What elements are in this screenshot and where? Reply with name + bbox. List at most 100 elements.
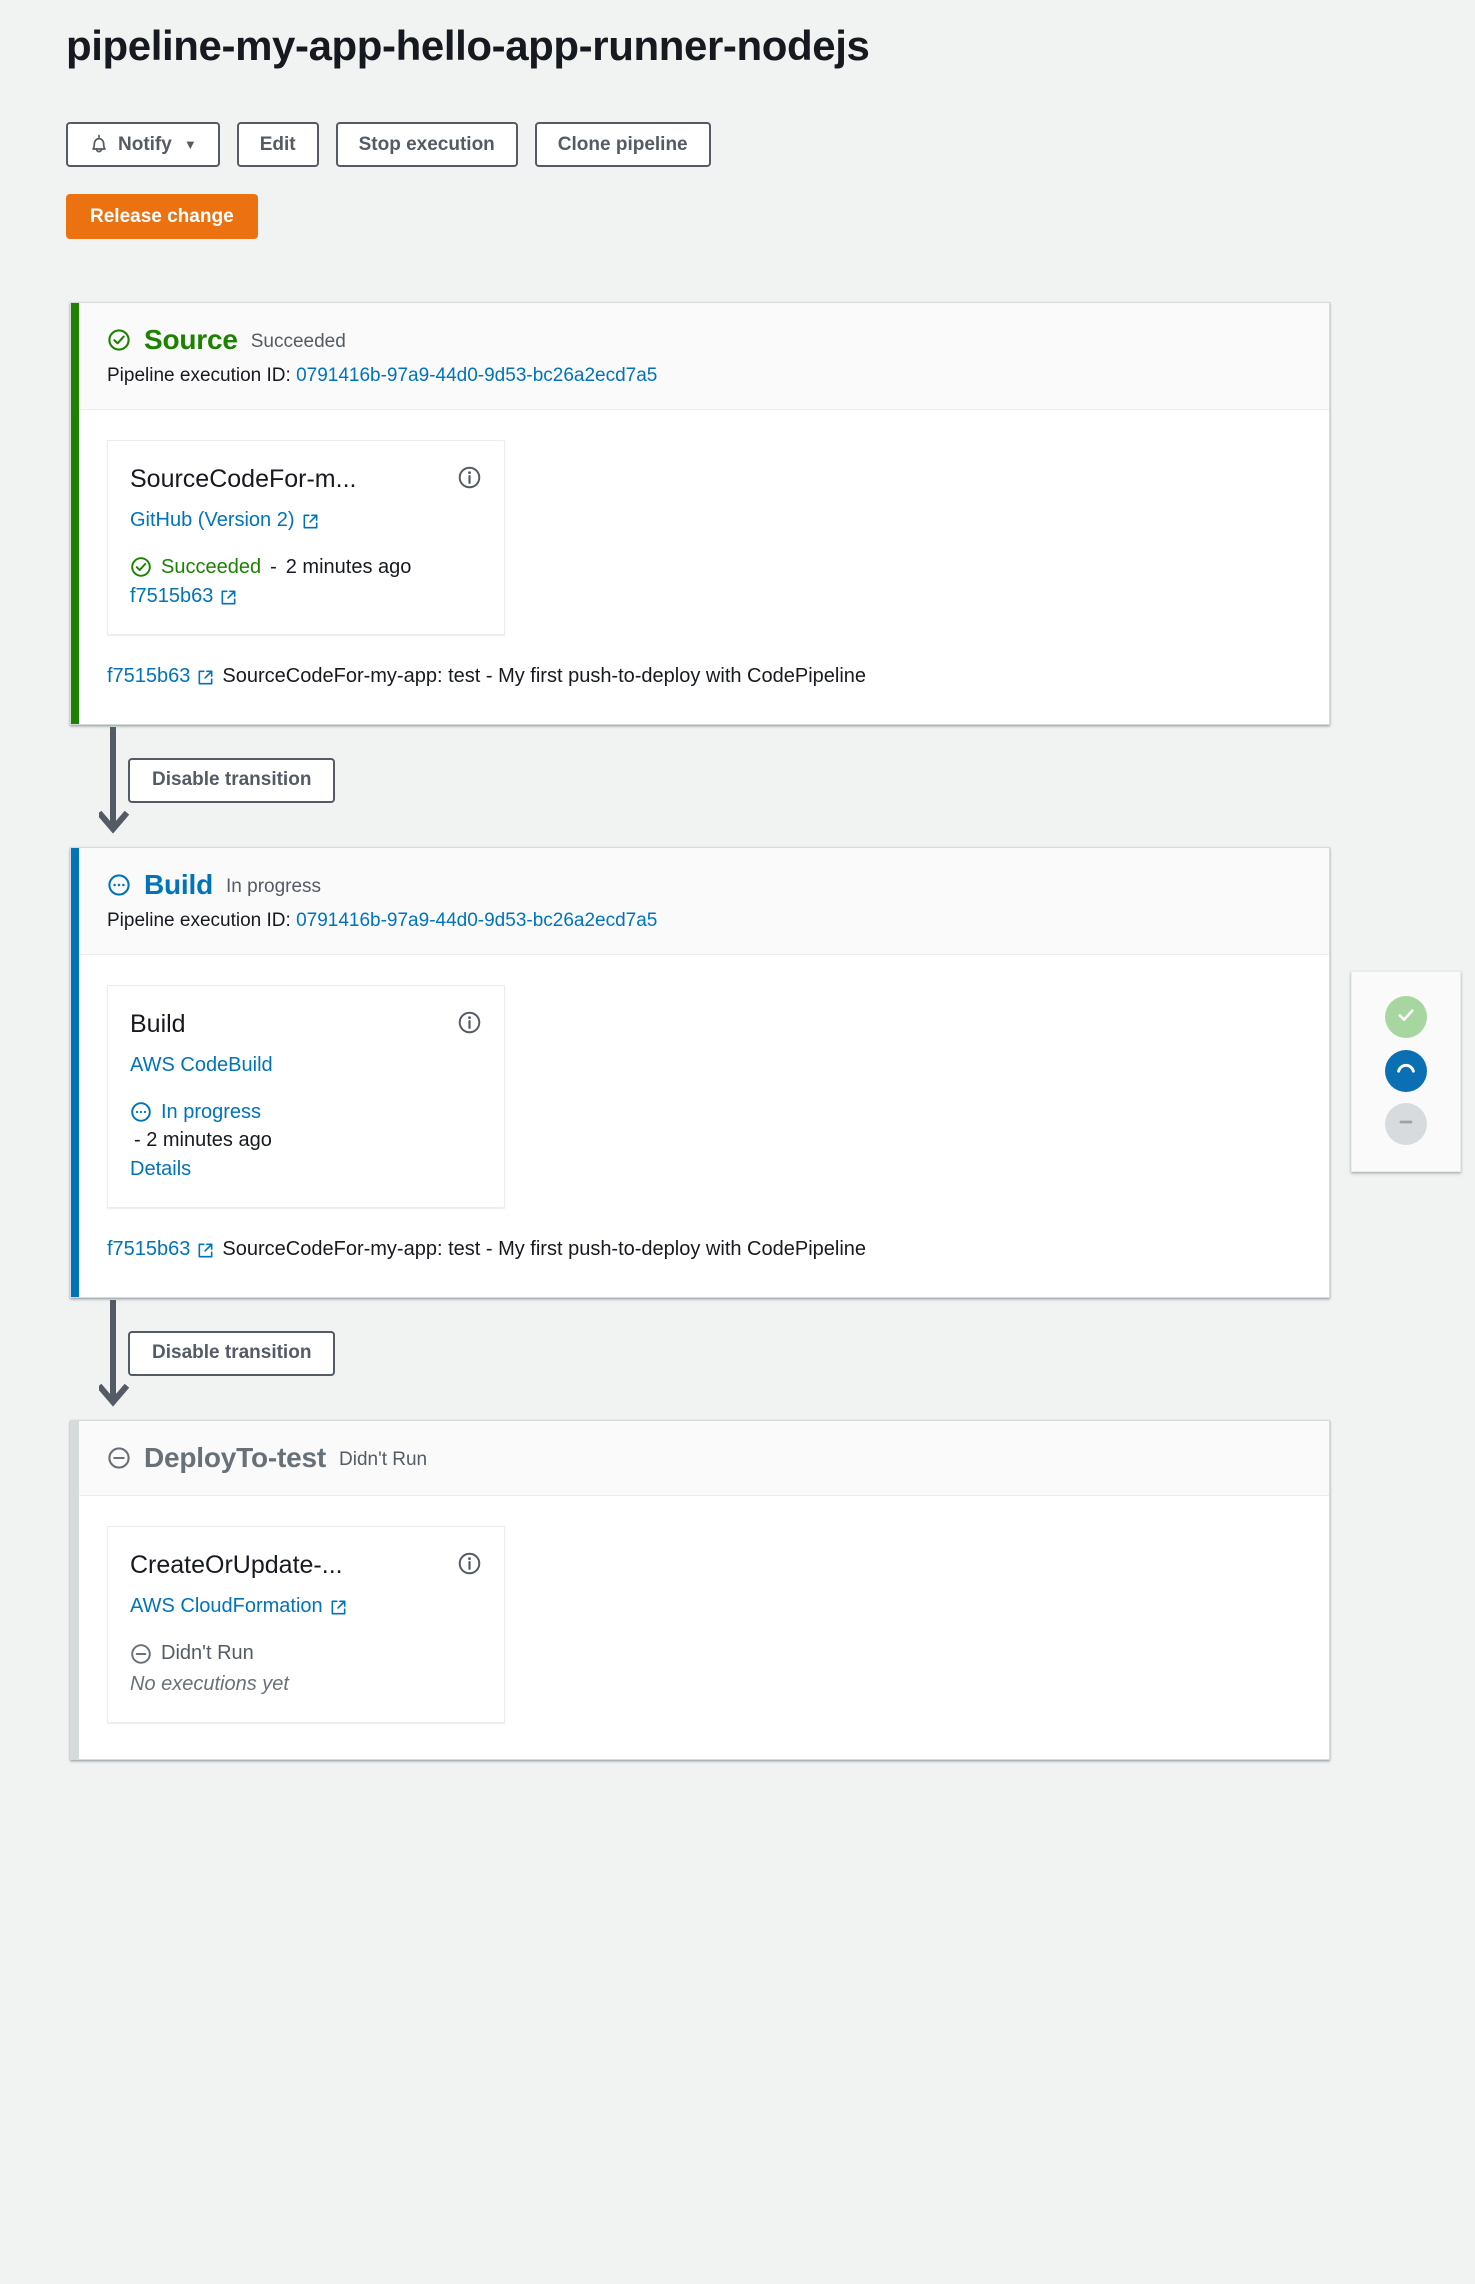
- release-change-button[interactable]: Release change: [66, 194, 258, 239]
- action-provider-label: AWS CloudFormation: [130, 1595, 323, 1618]
- info-icon[interactable]: [457, 1010, 482, 1040]
- stage-card-build: Build In progress Pipeline execution ID:…: [70, 846, 1330, 1298]
- pipeline-execution-id-link[interactable]: 0791416b-97a9-44d0-9d53-bc26a2ecd7a5: [296, 910, 657, 931]
- check-circle-icon: [107, 328, 131, 352]
- stage-transition-source-to-build: Disable transition: [70, 725, 1330, 847]
- action-status-time: 2 minutes ago: [285, 555, 412, 578]
- stage-header: Source Succeeded Pipeline execution ID: …: [79, 303, 1329, 410]
- action-revision-label: f7515b63: [130, 584, 214, 607]
- action-name: SourceCodeFor-m...: [130, 464, 357, 493]
- pipeline-execution-id-label: Pipeline execution ID:: [107, 364, 291, 386]
- stage-content: CreateOrUpdate-... AWS CloudFormation Di…: [79, 1496, 1329, 1759]
- stop-execution-button-label: Stop execution: [358, 133, 495, 155]
- notify-button[interactable]: Notify ▼: [66, 122, 220, 167]
- commit-sha-link[interactable]: f7515b63: [107, 665, 214, 688]
- chevron-down-icon: ▼: [183, 137, 197, 152]
- action-status-text: Didn't Run: [161, 1642, 254, 1665]
- edit-button-label: Edit: [259, 133, 296, 155]
- stage-status-bar: [71, 303, 79, 724]
- action-provider-label: AWS CodeBuild: [130, 1053, 273, 1076]
- pipeline-execution-id-link[interactable]: 0791416b-97a9-44d0-9d53-bc26a2ecd7a5: [296, 365, 657, 386]
- bell-icon: [89, 134, 109, 156]
- release-change-button-label: Release change: [90, 205, 234, 227]
- disable-transition-button[interactable]: Disable transition: [128, 757, 336, 803]
- stage-name: Source: [144, 324, 238, 355]
- in-progress-circle-icon: [107, 873, 131, 897]
- minus-circle-icon: [130, 1643, 152, 1665]
- minus-circle-icon: [107, 1446, 131, 1470]
- stage-card-deployto-test: DeployTo-test Didn't Run CreateOrUpdate-…: [70, 1419, 1330, 1761]
- stage-content: SourceCodeFor-m... GitHub (Version 2) Su…: [79, 410, 1329, 724]
- stage-transition-build-to-deploy: Disable transition: [70, 1298, 1330, 1420]
- stage-commit-line: f7515b63 SourceCodeFor-my-app: test - My…: [107, 1238, 1301, 1261]
- page-title: pipeline-my-app-hello-app-runner-nodejs: [66, 22, 870, 69]
- action-provider-link[interactable]: AWS CloudFormation: [130, 1595, 347, 1618]
- disable-transition-button[interactable]: Disable transition: [128, 1330, 336, 1376]
- stage-name: Build: [144, 868, 213, 900]
- pipeline-execution-id-label: Pipeline execution ID:: [107, 909, 291, 931]
- action-name: CreateOrUpdate-...: [130, 1551, 343, 1580]
- external-link-icon: [197, 669, 214, 686]
- action-status-row: In progress: [130, 1101, 482, 1124]
- action-provider-label: GitHub (Version 2): [130, 508, 295, 531]
- legend-in-progress-indicator[interactable]: [1385, 1049, 1427, 1092]
- stage-status: Succeeded: [250, 331, 346, 353]
- stage-header: DeployTo-test Didn't Run: [79, 1420, 1329, 1497]
- info-icon[interactable]: [457, 1551, 482, 1581]
- action-card-createorupdate[interactable]: CreateOrUpdate-... AWS CloudFormation Di…: [107, 1526, 505, 1724]
- stage-status: In progress: [226, 876, 322, 898]
- status-legend-panel: [1351, 971, 1461, 1172]
- pipeline-stages: Source Succeeded Pipeline execution ID: …: [70, 302, 1335, 1761]
- pipeline-execution-id-line: Pipeline execution ID: 0791416b-97a9-44d…: [107, 365, 1329, 387]
- clone-pipeline-button[interactable]: Clone pipeline: [534, 122, 711, 167]
- edit-button[interactable]: Edit: [236, 122, 319, 167]
- no-executions-text: No executions yet: [130, 1673, 289, 1696]
- external-link-icon: [197, 1242, 214, 1259]
- stage-name: DeployTo-test: [144, 1441, 326, 1473]
- commit-sha-label: f7515b63: [107, 664, 191, 687]
- legend-succeeded-indicator[interactable]: [1385, 996, 1427, 1038]
- action-status-text: Succeeded: [161, 555, 262, 578]
- commit-sha-label: f7515b63: [107, 1237, 191, 1260]
- action-details-label: Details: [130, 1157, 192, 1180]
- disable-transition-label: Disable transition: [152, 769, 312, 791]
- info-icon[interactable]: [457, 465, 482, 495]
- stage-content: Build AWS CodeBuild In progress - 2 minu…: [79, 955, 1329, 1297]
- stage-status: Didn't Run: [339, 1448, 428, 1470]
- stage-header: Build In progress Pipeline execution ID:…: [79, 847, 1329, 955]
- external-link-icon: [330, 1599, 347, 1616]
- notify-button-label: Notify: [118, 133, 172, 155]
- check-icon: [1394, 1003, 1418, 1032]
- disable-transition-label: Disable transition: [152, 1342, 312, 1364]
- action-card-build[interactable]: Build AWS CodeBuild In progress - 2 minu…: [107, 984, 505, 1208]
- stage-status-bar: [71, 847, 79, 1297]
- action-card-source[interactable]: SourceCodeFor-m... GitHub (Version 2) Su…: [107, 439, 505, 635]
- stage-card-source: Source Succeeded Pipeline execution ID: …: [70, 302, 1330, 725]
- legend-skipped-indicator[interactable]: [1385, 1103, 1427, 1145]
- commit-message: SourceCodeFor-my-app: test - My first pu…: [222, 1237, 867, 1260]
- clone-pipeline-button-label: Clone pipeline: [557, 133, 688, 155]
- action-name: Build: [130, 1009, 186, 1038]
- external-link-icon: [302, 513, 319, 530]
- stop-execution-button[interactable]: Stop execution: [335, 122, 518, 167]
- action-status-text: In progress: [161, 1100, 262, 1123]
- action-revision-link[interactable]: f7515b63: [130, 585, 237, 608]
- commit-message: SourceCodeFor-my-app: test - My first pu…: [222, 664, 867, 687]
- external-link-icon: [220, 589, 237, 606]
- action-details-link[interactable]: Details: [130, 1158, 191, 1181]
- action-provider-link[interactable]: GitHub (Version 2): [130, 509, 319, 532]
- action-provider-link[interactable]: AWS CodeBuild: [130, 1054, 273, 1077]
- minus-icon: [1394, 1110, 1418, 1139]
- in-progress-circle-icon: [130, 1101, 152, 1123]
- stage-commit-line: f7515b63 SourceCodeFor-my-app: test - My…: [107, 665, 1301, 688]
- action-status-row: Succeeded - 2 minutes ago: [130, 556, 482, 579]
- stage-status-bar: [71, 1420, 79, 1760]
- pipeline-page: pipeline-my-app-hello-app-runner-nodejs …: [0, 0, 1475, 2284]
- check-circle-icon: [130, 556, 152, 578]
- commit-sha-link[interactable]: f7515b63: [107, 1238, 214, 1261]
- action-status-time: - 2 minutes ago: [134, 1128, 272, 1151]
- pipeline-execution-id-line: Pipeline execution ID: 0791416b-97a9-44d…: [107, 910, 1329, 932]
- status-separator: -: [270, 555, 277, 578]
- action-status-row: Didn't Run: [130, 1642, 482, 1665]
- spinner-arc-icon: [1393, 1055, 1419, 1086]
